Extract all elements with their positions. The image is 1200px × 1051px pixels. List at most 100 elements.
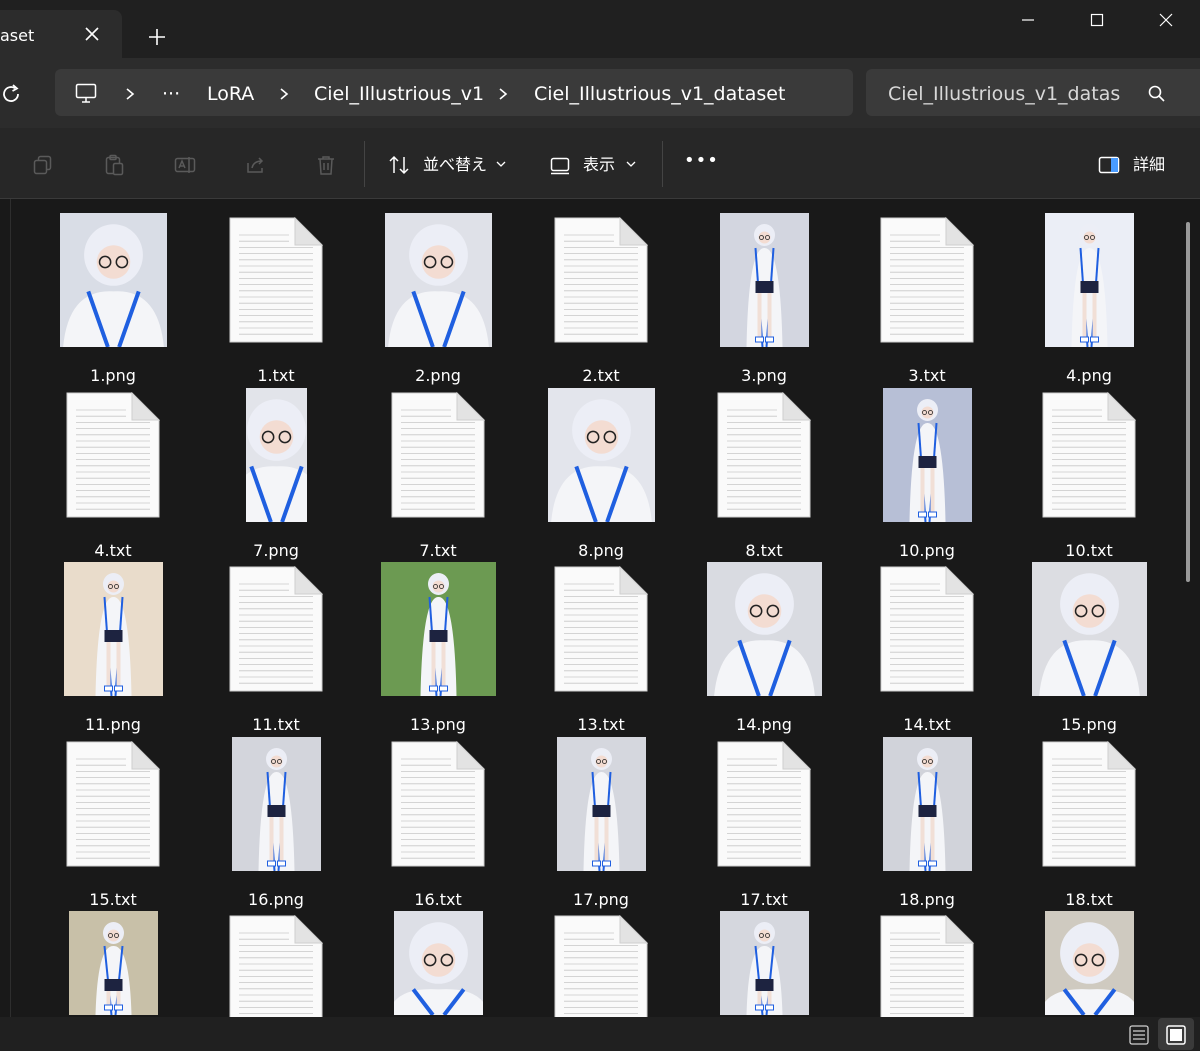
image-thumbnail <box>231 737 321 871</box>
text-file-icon <box>880 217 974 343</box>
paste-icon[interactable] <box>102 153 126 177</box>
image-file-item[interactable]: 18.png <box>852 737 1002 911</box>
file-name: 17.txt <box>740 890 788 909</box>
search-icon[interactable] <box>1147 84 1167 104</box>
text-file-icon <box>66 392 160 518</box>
text-file-item[interactable]: 18.txt <box>1014 737 1164 911</box>
file-name: 18.txt <box>1065 890 1113 909</box>
text-file-item[interactable]: 2.txt <box>526 213 676 387</box>
text-file-item[interactable]: 10.txt <box>1014 388 1164 562</box>
image-file-item[interactable]: 1.png <box>38 213 188 387</box>
sort-icon[interactable] <box>387 153 411 177</box>
file-name: 11.txt <box>252 715 300 734</box>
image-file-item[interactable] <box>1014 911 1164 1017</box>
plus-icon[interactable] <box>144 24 170 50</box>
large-icons-view-icon[interactable] <box>1163 1022 1189 1048</box>
file-name: 13.png <box>410 715 466 734</box>
file-name: 17.png <box>573 890 629 909</box>
sort-button[interactable]: 並べ替え <box>423 154 487 176</box>
file-name: 2.png <box>415 366 461 385</box>
rename-icon[interactable] <box>173 153 197 177</box>
text-file-item[interactable]: 4.txt <box>38 388 188 562</box>
close-icon[interactable] <box>1146 8 1186 32</box>
image-file-item[interactable]: 3.png <box>689 213 839 387</box>
chevron-right-icon <box>126 88 135 100</box>
image-thumbnail <box>380 562 496 696</box>
file-name: 16.txt <box>414 890 462 909</box>
more-options-button[interactable]: ••• <box>684 150 719 172</box>
image-file-item[interactable]: 15.png <box>1014 562 1164 736</box>
file-name: 14.png <box>736 715 792 734</box>
text-file-item[interactable]: 16.txt <box>363 737 513 911</box>
image-file-item[interactable]: 8.png <box>526 388 676 562</box>
file-name: 3.png <box>741 366 787 385</box>
image-thumbnail <box>882 388 972 522</box>
delete-icon[interactable] <box>314 153 338 177</box>
text-file-item[interactable]: 17.txt <box>689 737 839 911</box>
minimize-icon[interactable] <box>1008 8 1048 32</box>
text-file-item[interactable]: 7.txt <box>363 388 513 562</box>
details-button[interactable]: 詳細 <box>1133 154 1165 176</box>
image-file-item[interactable]: 17.png <box>526 737 676 911</box>
image-thumbnail <box>63 562 163 696</box>
breadcrumb-ciel-illustrious-v1[interactable]: Ciel_Illustrious_v1 <box>314 82 484 106</box>
image-file-item[interactable] <box>363 911 513 1017</box>
file-name: 10.txt <box>1065 541 1113 560</box>
text-file-icon <box>229 566 323 692</box>
text-file-item[interactable] <box>201 911 351 1017</box>
image-file-item[interactable]: 7.png <box>201 388 351 562</box>
text-file-icon <box>229 915 323 1017</box>
share-icon[interactable] <box>244 153 268 177</box>
text-file-icon <box>229 217 323 343</box>
toolbar-separator <box>662 141 663 187</box>
refresh-icon[interactable] <box>0 82 24 106</box>
image-thumbnail <box>719 213 809 347</box>
text-file-icon <box>1042 741 1136 867</box>
text-file-item[interactable]: 1.txt <box>201 213 351 387</box>
image-file-item[interactable] <box>38 911 188 1017</box>
chevron-down-icon[interactable] <box>625 159 637 169</box>
text-file-icon <box>391 741 485 867</box>
text-file-item[interactable]: 8.txt <box>689 388 839 562</box>
computer-icon[interactable] <box>74 81 98 105</box>
view-button[interactable]: 表示 <box>583 154 615 176</box>
file-name: 8.txt <box>745 541 783 560</box>
close-icon[interactable] <box>80 22 104 46</box>
image-file-item[interactable]: 16.png <box>201 737 351 911</box>
details-view-icon[interactable] <box>1126 1022 1152 1048</box>
file-name: 8.png <box>578 541 624 560</box>
image-file-item[interactable]: 2.png <box>363 213 513 387</box>
text-file-item[interactable]: 15.txt <box>38 737 188 911</box>
image-file-item[interactable]: 4.png <box>1014 213 1164 387</box>
file-name: 16.png <box>248 890 304 909</box>
file-name: 11.png <box>85 715 141 734</box>
image-thumbnail <box>393 911 483 1015</box>
search-input[interactable]: Ciel_Illustrious_v1_dataset <box>888 82 1120 106</box>
text-file-item[interactable] <box>852 911 1002 1017</box>
details-pane-icon[interactable] <box>1097 153 1121 177</box>
text-file-item[interactable]: 3.txt <box>852 213 1002 387</box>
text-file-item[interactable]: 11.txt <box>201 562 351 736</box>
view-icon[interactable] <box>548 153 572 177</box>
image-file-item[interactable] <box>689 911 839 1017</box>
image-file-item[interactable]: 13.png <box>363 562 513 736</box>
text-file-item[interactable]: 13.txt <box>526 562 676 736</box>
breadcrumb-lora[interactable]: LoRA <box>207 82 254 106</box>
file-grid: 1.png 1.txt 2.png 2.txt 3.png 3.txt 4.png 4.txt… <box>0 199 1200 1017</box>
file-name: 15.png <box>1061 715 1117 734</box>
text-file-item[interactable] <box>526 911 676 1017</box>
image-file-item[interactable]: 14.png <box>689 562 839 736</box>
text-file-icon <box>1042 392 1136 518</box>
copy-icon[interactable] <box>31 153 55 177</box>
chevron-down-icon[interactable] <box>495 159 507 169</box>
image-file-item[interactable]: 10.png <box>852 388 1002 562</box>
image-thumbnail <box>706 562 822 696</box>
maximize-icon[interactable] <box>1077 8 1117 32</box>
breadcrumb-dataset[interactable]: Ciel_Illustrious_v1_dataset <box>534 82 785 106</box>
image-thumbnail <box>556 737 646 871</box>
breadcrumb-overflow[interactable]: ··· <box>162 82 180 106</box>
vertical-scrollbar[interactable] <box>1186 222 1190 582</box>
image-file-item[interactable]: 11.png <box>38 562 188 736</box>
text-file-item[interactable]: 14.txt <box>852 562 1002 736</box>
file-name: 13.txt <box>577 715 625 734</box>
